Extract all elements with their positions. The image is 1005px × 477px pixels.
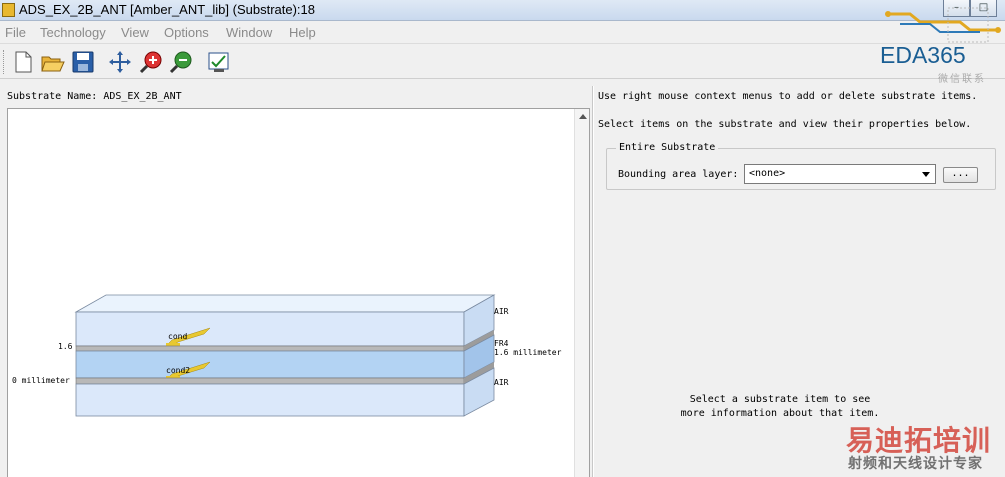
air-bottom-layer[interactable]: [75, 383, 465, 417]
cond2-plane[interactable]: [75, 377, 465, 385]
cond-plane[interactable]: [75, 345, 465, 352]
circuit-logo-icon: [885, 7, 1001, 43]
bounding-area-value: <none>: [749, 168, 786, 179]
bounding-area-label: Bounding area layer:: [618, 169, 739, 180]
context-menu-hint: Use right mouse context menus to add or …: [598, 91, 978, 102]
browse-button[interactable]: ...: [943, 167, 978, 183]
panel-splitter[interactable]: [592, 86, 594, 477]
watermark-subtitle: 射频和天线设计专家: [848, 456, 983, 472]
eda365-logo: EDA365 微信联系: [880, 0, 1005, 86]
item-info-line-1: Select a substrate item to see: [689, 394, 871, 405]
air-top-label: AIR: [494, 307, 509, 316]
logo-text: EDA365: [880, 42, 966, 68]
bounding-area-select[interactable]: <none>: [744, 164, 936, 184]
cond-label: cond: [168, 332, 187, 341]
dropdown-arrow-icon: [922, 172, 930, 177]
item-info-message: Select a substrate item to see more info…: [680, 393, 880, 421]
air-top-face[interactable]: [74, 294, 496, 313]
fr4-layer[interactable]: [75, 350, 465, 379]
cond2-label: cond2: [166, 366, 190, 375]
substrate-diagram: cond cond2 1.6 0 millimeter AIR FR4 1.6 …: [12, 294, 562, 417]
air-bottom-label: AIR: [494, 378, 509, 387]
air-top-layer[interactable]: [75, 311, 465, 347]
select-items-hint: Select items on the substrate and view t…: [598, 119, 972, 130]
logo-subtitle: 微信联系: [938, 74, 986, 85]
height-0-label: 0 millimeter: [12, 376, 70, 385]
entire-substrate-title: Entire Substrate: [616, 142, 719, 153]
height-1-6-label: 1.6: [58, 342, 73, 351]
fr4-thickness-label: 1.6 millimeter: [494, 348, 562, 357]
fr4-label: FR4: [494, 339, 509, 348]
